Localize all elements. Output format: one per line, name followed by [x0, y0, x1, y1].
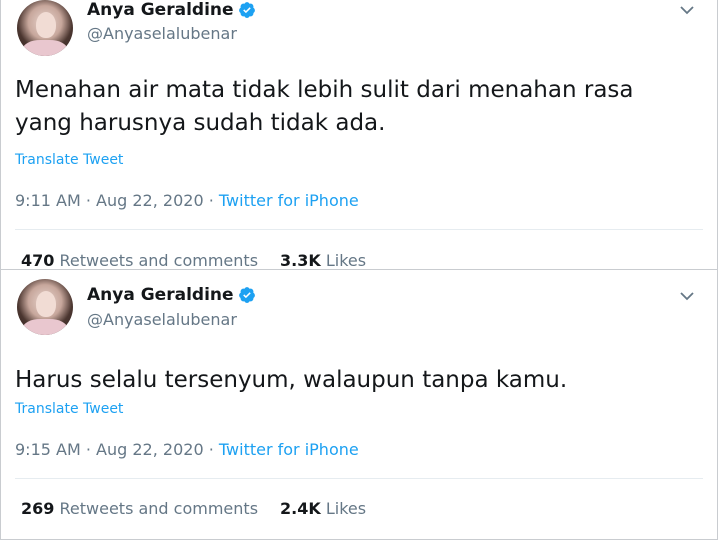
tweet-text: Menahan air mata tidak lebih sulit dari … — [15, 77, 634, 136]
likes-stat[interactable]: 3.3K Likes — [280, 251, 366, 270]
tweet-source-link[interactable]: Twitter for iPhone — [219, 440, 359, 459]
retweets-stat[interactable]: 269 Retweets and comments — [21, 499, 258, 518]
tweet-date[interactable]: Aug 22, 2020 — [96, 440, 204, 459]
author-handle[interactable]: @Anyaselalubenar — [87, 24, 237, 43]
tweet-stats: 470 Retweets and comments 3.3K Likes — [21, 251, 366, 270]
likes-label: Likes — [325, 251, 367, 270]
meta-separator: · — [85, 191, 91, 210]
tweet-time[interactable]: 9:11 AM — [15, 191, 81, 210]
tweet-meta: 9:11 AM · Aug 22, 2020 · Twitter for iPh… — [15, 191, 359, 210]
likes-count: 2.4K — [280, 499, 321, 518]
tweet-source-link[interactable]: Twitter for iPhone — [219, 191, 359, 210]
likes-count: 3.3K — [280, 251, 321, 270]
meta-separator: · — [208, 440, 214, 459]
avatar-face — [36, 12, 56, 38]
avatar[interactable] — [17, 279, 73, 335]
tweet-meta: 9:15 AM · Aug 22, 2020 · Twitter for iPh… — [15, 440, 359, 459]
translate-tweet-link[interactable]: Translate Tweet — [15, 401, 123, 417]
tweet-card: Anya Geraldine @Anyaselalubenar Menahan … — [0, 0, 718, 270]
tweet-stats: 269 Retweets and comments 2.4K Likes — [21, 499, 366, 518]
avatar-shirt — [23, 40, 67, 56]
tweet-date[interactable]: Aug 22, 2020 — [96, 191, 204, 210]
retweets-label: Retweets and comments — [59, 499, 259, 518]
verified-badge-icon — [238, 2, 255, 18]
likes-label: Likes — [325, 499, 367, 518]
chevron-down-icon[interactable] — [679, 288, 695, 304]
avatar-face — [36, 291, 56, 317]
meta-separator: · — [208, 191, 214, 210]
retweets-count: 269 — [21, 499, 55, 518]
retweets-stat[interactable]: 470 Retweets and comments — [21, 251, 258, 270]
tweet-time[interactable]: 9:15 AM — [15, 440, 81, 459]
tweet-card: Anya Geraldine @Anyaselalubenar Harus se… — [0, 270, 718, 540]
author-name[interactable]: Anya Geraldine — [87, 0, 234, 20]
tweet-text: Harus selalu tersenyum, walaupun tanpa k… — [15, 367, 568, 393]
avatar-shirt — [23, 319, 67, 335]
translate-tweet-link[interactable]: Translate Tweet — [15, 152, 123, 168]
author-handle[interactable]: @Anyaselalubenar — [87, 310, 237, 329]
author-name[interactable]: Anya Geraldine — [87, 285, 234, 305]
meta-separator: · — [85, 440, 91, 459]
author-row: Anya Geraldine — [87, 285, 256, 305]
divider — [15, 478, 703, 479]
author-row: Anya Geraldine — [87, 0, 256, 20]
avatar[interactable] — [17, 0, 73, 56]
retweets-label: Retweets and comments — [59, 251, 259, 270]
divider — [15, 229, 703, 230]
retweets-count: 470 — [21, 251, 55, 270]
chevron-down-icon[interactable] — [679, 2, 695, 18]
likes-stat[interactable]: 2.4K Likes — [280, 499, 366, 518]
verified-badge-icon — [238, 287, 255, 303]
